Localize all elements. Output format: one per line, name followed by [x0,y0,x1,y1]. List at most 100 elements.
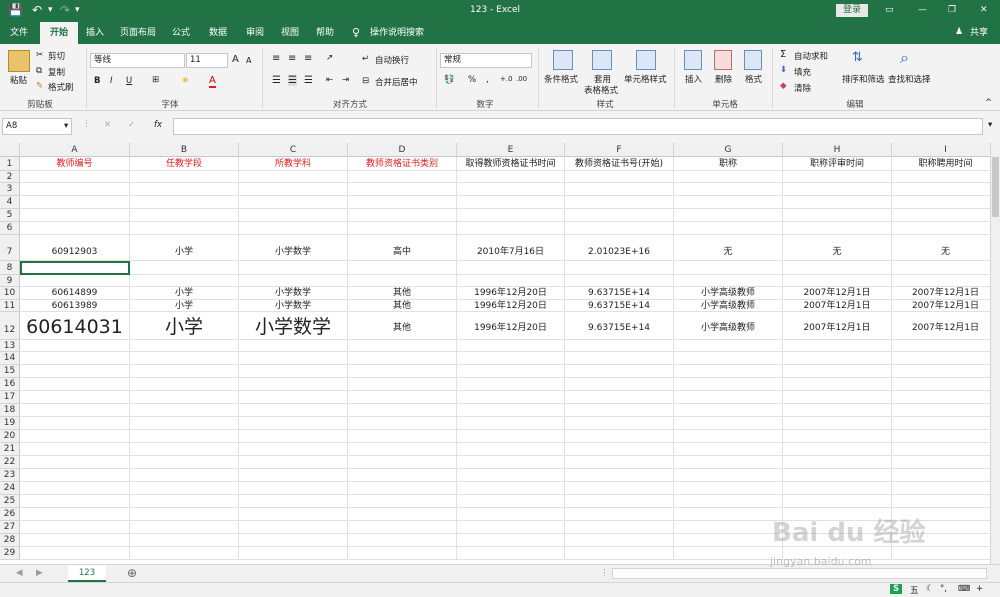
ime-mode[interactable]: 五 [910,584,919,596]
ribbon-display-icon[interactable]: ▭ [885,5,894,15]
tell-me-search[interactable]: 操作说明搜索 [366,22,428,44]
cell-g20[interactable] [674,430,783,443]
cell-g28[interactable] [674,534,783,547]
cell-a13[interactable] [20,340,130,352]
cell-d9[interactable] [348,275,457,287]
tab-review[interactable]: 审阅 [240,22,270,44]
cell-f26[interactable] [565,508,674,521]
cell-b12[interactable]: 小学 [130,312,239,340]
cell-c14[interactable] [239,352,348,365]
paste-icon[interactable] [8,50,30,72]
cell-h16[interactable] [783,378,892,391]
cell-c13[interactable] [239,340,348,352]
row-header-14[interactable]: 14 [0,352,20,365]
expand-formula-icon[interactable]: ▾ [988,120,992,130]
cell-d22[interactable] [348,456,457,469]
align-bottom-icon[interactable]: ≡ [304,53,312,64]
row-header-28[interactable]: 28 [0,534,20,547]
cell-f23[interactable] [565,469,674,482]
column-header-a[interactable]: A [20,143,130,157]
cell-i6[interactable] [892,222,990,235]
cell-c7[interactable]: 小学数学 [239,235,348,261]
cell-a25[interactable] [20,495,130,508]
cell-g17[interactable] [674,391,783,404]
cell-h6[interactable] [783,222,892,235]
cell-i22[interactable] [892,456,990,469]
comma-button[interactable]: , [486,75,489,85]
cell-g25[interactable] [674,495,783,508]
cell-c27[interactable] [239,521,348,534]
cell-g26[interactable] [674,508,783,521]
indent-icon[interactable]: ⇤ [326,75,333,85]
cell-a6[interactable] [20,222,130,235]
cell-d20[interactable] [348,430,457,443]
wrap-text-icon[interactable]: ↵ [362,54,369,64]
cell-d5[interactable] [348,209,457,222]
cell-g15[interactable] [674,365,783,378]
cell-e25[interactable] [457,495,565,508]
search-icon[interactable]: ⌕ [900,48,909,68]
cell-a9[interactable] [20,275,130,287]
align-left-icon[interactable]: ☰ [272,75,281,86]
cell-f28[interactable] [565,534,674,547]
cell-d16[interactable] [348,378,457,391]
cell-f13[interactable] [565,340,674,352]
format-as-table-label[interactable]: 表格格式 [584,84,618,96]
cell-b3[interactable] [130,183,239,196]
cell-d3[interactable] [348,183,457,196]
login-button[interactable]: 登录 [836,4,869,17]
sort-filter-button[interactable]: 排序和筛选 [842,73,885,85]
cell-b1[interactable]: 任教学段 [130,157,239,171]
italic-button[interactable]: I [110,76,113,86]
cell-a21[interactable] [20,443,130,456]
cell-g24[interactable] [674,482,783,495]
minimize-icon[interactable]: — [918,5,927,15]
row-header-25[interactable]: 25 [0,495,20,508]
cell-c2[interactable] [239,171,348,183]
cell-i14[interactable] [892,352,990,365]
cell-b4[interactable] [130,196,239,209]
cell-i20[interactable] [892,430,990,443]
cell-h21[interactable] [783,443,892,456]
cell-i13[interactable] [892,340,990,352]
cell-f27[interactable] [565,521,674,534]
cell-e29[interactable] [457,547,565,560]
cell-d14[interactable] [348,352,457,365]
cell-d8[interactable] [348,261,457,275]
cell-i19[interactable] [892,417,990,430]
cell-c10[interactable]: 小学数学 [239,287,348,300]
fill-color-icon[interactable]: ◈ [182,75,189,85]
cell-d23[interactable] [348,469,457,482]
copy-button[interactable]: 复制 [48,66,65,78]
bold-button[interactable]: B [94,76,100,86]
cell-g14[interactable] [674,352,783,365]
currency-icon[interactable]: 💱 [444,75,455,85]
cell-c15[interactable] [239,365,348,378]
column-header-d[interactable]: D [348,143,457,157]
cell-f4[interactable] [565,196,674,209]
cell-a4[interactable] [20,196,130,209]
cell-c11[interactable]: 小学数学 [239,300,348,312]
increase-decimal-icon[interactable]: +.0 [500,75,513,83]
cell-d1[interactable]: 教师资格证书类别 [348,157,457,171]
cell-styles-icon[interactable] [636,50,656,70]
enter-icon[interactable]: ✓ [128,120,135,130]
cell-f6[interactable] [565,222,674,235]
cell-i3[interactable] [892,183,990,196]
cell-e14[interactable] [457,352,565,365]
row-header-13[interactable]: 13 [0,340,20,352]
cell-c9[interactable] [239,275,348,287]
cell-e20[interactable] [457,430,565,443]
cell-e11[interactable]: 1996年12月20日 [457,300,565,312]
cell-f21[interactable] [565,443,674,456]
cell-f18[interactable] [565,404,674,417]
cell-f1[interactable]: 教师资格证书号(开始) [565,157,674,171]
cell-d28[interactable] [348,534,457,547]
cell-f9[interactable] [565,275,674,287]
add-sheet-button[interactable]: ⊕ [127,566,137,580]
column-header-h[interactable]: H [783,143,892,157]
cut-button[interactable]: 剪切 [48,50,65,62]
cell-f25[interactable] [565,495,674,508]
row-header-10[interactable]: 10 [0,287,20,300]
cell-a28[interactable] [20,534,130,547]
